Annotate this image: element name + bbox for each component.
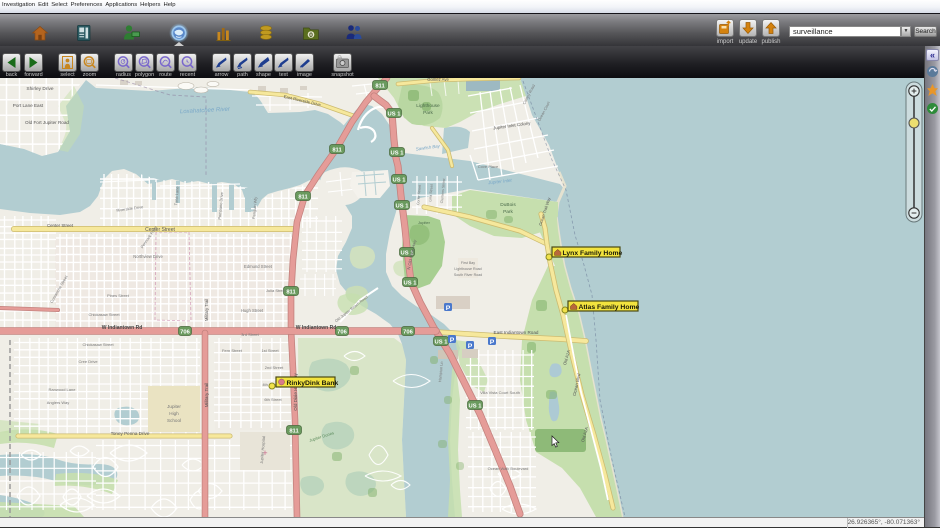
svg-text:US 1: US 1 (391, 150, 405, 156)
svg-text:RinkyDink Bank: RinkyDink Bank (287, 380, 339, 387)
svg-text:W Indiantown Rd: W Indiantown Rd (296, 325, 337, 331)
svg-text:Northview Drive: Northview Drive (133, 254, 163, 259)
svg-text:Cree Drive: Cree Drive (78, 359, 98, 364)
svg-text:East Indiantown Road: East Indiantown Road (494, 330, 539, 335)
svg-text:US 1: US 1 (388, 111, 402, 117)
svg-text:Gomez Ave: Gomez Ave (427, 78, 449, 82)
svg-text:US 1: US 1 (404, 280, 418, 286)
svg-text:Park: Park (423, 110, 433, 116)
svg-text:Fern Street: Fern Street (222, 348, 243, 353)
svg-text:1st Street: 1st Street (261, 348, 279, 353)
svg-text:P: P (490, 339, 495, 346)
svg-text:South River Road: South River Road (454, 273, 482, 277)
svg-text:P: P (468, 343, 473, 350)
svg-text:US 1: US 1 (396, 203, 410, 209)
svg-text:US 1: US 1 (469, 403, 483, 409)
svg-text:US 1: US 1 (393, 177, 407, 183)
svg-text:Chickasaw Street: Chickasaw Street (88, 312, 120, 317)
svg-text:Old Fort Jupiter Road: Old Fort Jupiter Road (25, 120, 69, 125)
svg-text:Cove Place: Cove Place (478, 164, 499, 169)
svg-text:US 1: US 1 (435, 339, 449, 345)
svg-text:School: School (167, 418, 181, 423)
svg-text:Villa Vista Court South: Villa Vista Court South (480, 390, 520, 395)
svg-text:P: P (446, 305, 451, 312)
svg-text:High: High (169, 411, 179, 416)
svg-text:706: 706 (403, 329, 413, 335)
svg-text:811: 811 (298, 194, 308, 200)
svg-text:Lighthouse Road: Lighthouse Road (454, 267, 481, 271)
svg-text:Toney Penna Drive: Toney Penna Drive (111, 431, 150, 436)
svg-text:3rd Street: 3rd Street (241, 332, 259, 337)
svg-text:Shirley Drive: Shirley Drive (26, 86, 54, 92)
svg-text:811: 811 (375, 83, 385, 89)
svg-text:811: 811 (332, 147, 342, 153)
svg-text:Park: Park (503, 209, 513, 215)
svg-text:6th Street: 6th Street (264, 397, 282, 402)
svg-text:Center Street: Center Street (47, 223, 74, 228)
svg-text:706: 706 (337, 329, 347, 335)
svg-text:Hugh Street: Hugh Street (241, 308, 264, 313)
svg-text:P: P (450, 337, 455, 344)
svg-text:Pines Street: Pines Street (107, 293, 130, 298)
svg-text:Anglers Way: Anglers Way (47, 400, 70, 405)
svg-text:811: 811 (286, 289, 296, 295)
svg-text:Port Lane East: Port Lane East (13, 103, 44, 108)
svg-text:811: 811 (289, 428, 299, 434)
svg-text:DuBois: DuBois (500, 202, 516, 208)
svg-text:Edmund Street: Edmund Street (244, 264, 273, 269)
svg-text:0: 0 (309, 32, 313, 39)
svg-text:W Indiantown Rd: W Indiantown Rd (102, 325, 143, 331)
svg-text:2nd Street: 2nd Street (265, 365, 284, 370)
svg-text:Jupiter: Jupiter (418, 220, 431, 225)
svg-text:Chickasaw Street: Chickasaw Street (82, 342, 114, 347)
svg-text:Military Trail: Military Trail (204, 383, 209, 408)
svg-text:Lighthouse: Lighthouse (416, 103, 440, 109)
svg-text:Ranwood Lane: Ranwood Lane (49, 387, 77, 392)
svg-text:Lynx Family Home: Lynx Family Home (563, 250, 623, 257)
svg-text:Ocean Walk Boulevard: Ocean Walk Boulevard (488, 466, 529, 471)
svg-text:Jupiter: Jupiter (167, 404, 181, 409)
svg-text:Julia Street: Julia Street (266, 288, 287, 293)
svg-text:Military Trail: Military Trail (204, 299, 209, 321)
svg-text:First Bay: First Bay (461, 261, 475, 265)
svg-text:Atlas Family Home: Atlas Family Home (579, 304, 640, 311)
svg-text:706: 706 (180, 329, 190, 335)
